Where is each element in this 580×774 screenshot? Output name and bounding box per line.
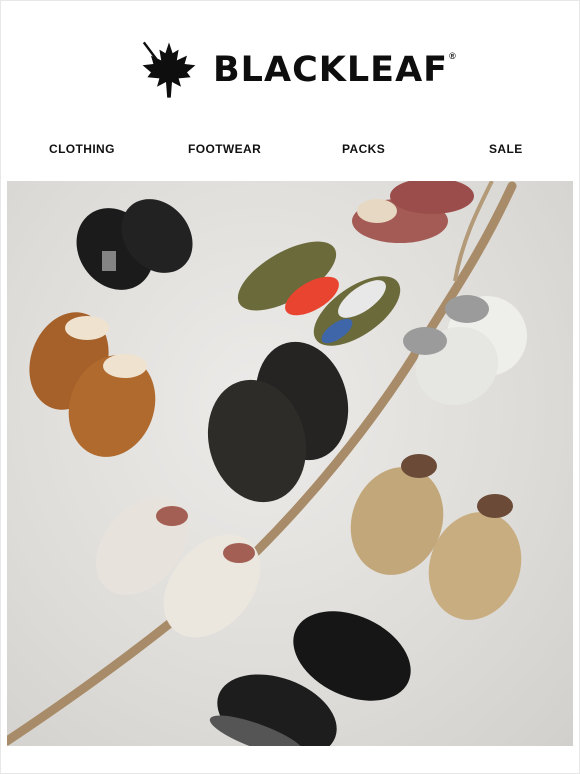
white-sneakers — [96, 497, 261, 638]
registered-mark: ® — [449, 51, 456, 61]
suede-clogs — [352, 181, 474, 243]
nav-item-packs[interactable]: PACKS — [342, 138, 385, 160]
maple-leaf-icon — [142, 41, 196, 98]
brand-name: BLACKLEAF — [213, 49, 449, 90]
footwear-collection-photo — [7, 181, 527, 746]
chelsea-boots — [207, 341, 349, 503]
header: BLACKLEAF ® — [0, 0, 580, 120]
white-slides — [403, 295, 527, 406]
tan-lace-up-shoes — [350, 454, 522, 620]
black-running-shoes — [209, 611, 411, 746]
shearling-boots — [29, 312, 156, 457]
trail-sneakers — [237, 241, 401, 346]
nav-item-footwear[interactable]: FOOTWEAR — [188, 138, 261, 160]
main-nav: CLOTHING FOOTWEAR PACKS SALE — [0, 138, 580, 160]
black-moc-shoes — [76, 199, 193, 290]
brand-logo[interactable]: BLACKLEAF ® — [139, 40, 456, 100]
hero-image[interactable] — [7, 181, 573, 746]
nav-item-sale[interactable]: SALE — [489, 138, 523, 160]
nav-item-clothing[interactable]: CLOTHING — [49, 138, 115, 160]
